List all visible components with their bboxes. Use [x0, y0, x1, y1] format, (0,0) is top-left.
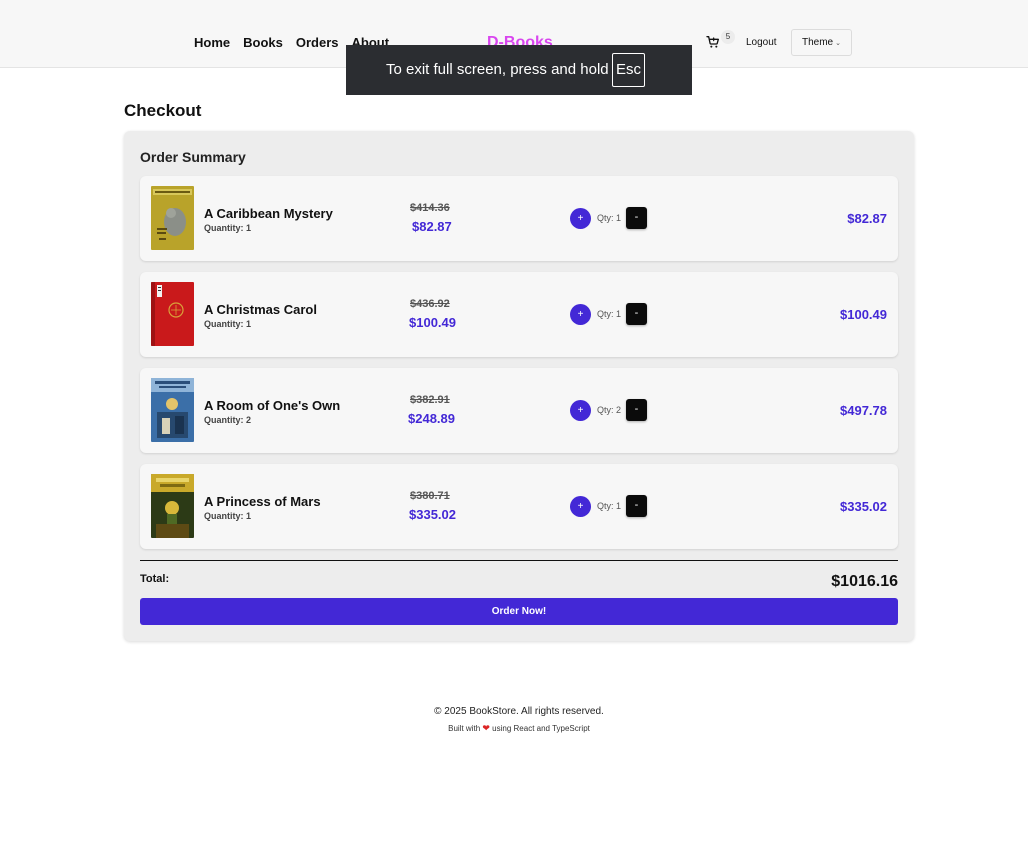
- book-title: A Christmas Carol: [204, 302, 317, 317]
- book-cover-image[interactable]: [151, 378, 194, 442]
- quantity-value: Qty: 2: [597, 405, 622, 415]
- decrease-quantity-button[interactable]: -: [626, 207, 647, 229]
- increase-quantity-button[interactable]: +: [570, 496, 591, 517]
- theme-label: Theme: [802, 37, 834, 48]
- quantity-value: Qty: 1: [597, 213, 622, 223]
- built-with-prefix: Built with: [448, 724, 481, 733]
- quantity-label: Quantity: 2: [204, 415, 252, 425]
- quantity-label: Quantity: 1: [204, 319, 252, 329]
- cart-icon: [706, 36, 719, 48]
- increase-quantity-button[interactable]: +: [570, 208, 591, 229]
- original-price: $414.36: [410, 202, 450, 214]
- order-summary-title: Order Summary: [140, 149, 246, 165]
- decrease-quantity-button[interactable]: -: [626, 495, 647, 517]
- discounted-price: $248.89: [408, 411, 455, 426]
- discounted-price: $100.49: [409, 315, 456, 330]
- decrease-quantity-button[interactable]: -: [626, 303, 647, 325]
- fullscreen-message: To exit full screen, press and hold: [386, 61, 609, 78]
- increase-quantity-button[interactable]: +: [570, 304, 591, 325]
- logout-button[interactable]: Logout: [746, 37, 777, 48]
- discounted-price: $335.02: [409, 507, 456, 522]
- cart-item: A Princess of Mars Quantity: 1 $380.71 $…: [140, 464, 898, 549]
- book-title: A Caribbean Mystery: [204, 206, 333, 221]
- order-now-button[interactable]: Order Now!: [140, 598, 898, 625]
- chevron-down-icon: ⌄: [835, 40, 841, 47]
- original-price: $380.71: [410, 490, 450, 502]
- original-price: $436.92: [410, 298, 450, 310]
- quantity-value: Qty: 1: [597, 309, 622, 319]
- cart-item: A Room of One's Own Quantity: 2 $382.91 …: [140, 368, 898, 453]
- discounted-price: $82.87: [412, 219, 452, 234]
- book-cover-image[interactable]: [151, 474, 194, 538]
- quantity-value: Qty: 1: [597, 501, 622, 511]
- nav-orders-link[interactable]: Orders: [296, 35, 339, 50]
- fullscreen-exit-toast: To exit full screen, press and hold Esc: [346, 45, 692, 95]
- cart-item: A Caribbean Mystery Quantity: 1 $414.36 …: [140, 176, 898, 261]
- total-value: $1016.16: [831, 573, 898, 590]
- heart-icon: ❤: [482, 723, 490, 733]
- footer-built-with: Built with ❤ using React and TypeScript: [0, 723, 1028, 734]
- divider: [140, 560, 898, 561]
- line-total: $497.78: [840, 403, 887, 418]
- line-total: $335.02: [840, 499, 887, 514]
- line-total: $100.49: [840, 307, 887, 322]
- quantity-label: Quantity: 1: [204, 511, 252, 521]
- cart-item: A Christmas Carol Quantity: 1 $436.92 $1…: [140, 272, 898, 357]
- book-cover-image[interactable]: [151, 186, 194, 250]
- quantity-label: Quantity: 1: [204, 223, 252, 233]
- order-summary-card: Order Summary A Caribbean Mystery Quanti…: [124, 131, 914, 641]
- total-label: Total:: [140, 573, 170, 585]
- footer-copyright: © 2025 BookStore. All rights reserved.: [434, 706, 604, 717]
- nav-home-link[interactable]: Home: [194, 35, 230, 50]
- nav-books-link[interactable]: Books: [243, 35, 283, 50]
- esc-key-hint: Esc: [612, 53, 645, 87]
- decrease-quantity-button[interactable]: -: [626, 399, 647, 421]
- book-title: A Room of One's Own: [204, 398, 341, 413]
- increase-quantity-button[interactable]: +: [570, 400, 591, 421]
- original-price: $382.91: [410, 394, 450, 406]
- book-title: A Princess of Mars: [204, 494, 321, 509]
- page-title: Checkout: [124, 101, 202, 120]
- book-cover-image[interactable]: [151, 282, 194, 346]
- line-total: $82.87: [847, 211, 887, 226]
- theme-dropdown[interactable]: Theme ⌄: [791, 29, 852, 56]
- cart-count-badge: 5: [721, 30, 735, 44]
- built-with-suffix: using React and TypeScript: [492, 724, 590, 733]
